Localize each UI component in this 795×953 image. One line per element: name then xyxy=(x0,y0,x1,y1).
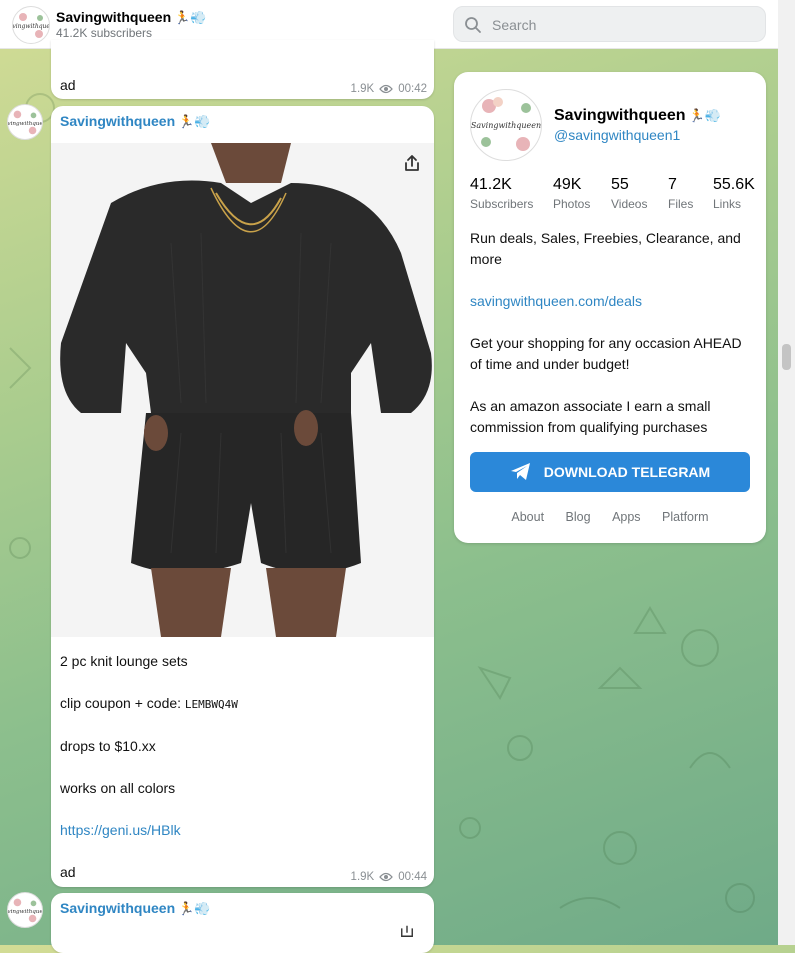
channel-avatar[interactable]: Savingwithqueen xyxy=(12,6,50,44)
view-count: 1.9K xyxy=(350,871,375,883)
deal-link[interactable]: https://geni.us/HBlk xyxy=(60,822,181,838)
coupon-code[interactable]: LEMBWQ4W xyxy=(185,698,238,711)
svg-text:Savingwithqueen: Savingwithqueen xyxy=(13,23,49,30)
coupon-line: clip coupon + code: LEMBWQ4W xyxy=(60,695,238,711)
message-tag: ad xyxy=(60,77,76,93)
product-image xyxy=(51,143,434,637)
message-author[interactable]: Savingwithqueen 🏃💨 xyxy=(60,900,211,917)
message-author[interactable]: Savingwithqueen 🏃💨 xyxy=(60,113,211,130)
stat-videos[interactable]: 55 Videos xyxy=(611,176,647,211)
stat-links[interactable]: 55.6K Links xyxy=(713,176,755,211)
download-telegram-button[interactable]: DOWNLOAD TELEGRAM xyxy=(470,452,750,492)
message-bubble: Savingwithqueen 🏃💨 2 pc knit lounge sets… xyxy=(51,106,434,887)
svg-text:Savingwithqueen: Savingwithqueen xyxy=(471,121,541,130)
telegram-icon xyxy=(510,463,530,480)
message-line: works on all colors xyxy=(60,780,176,796)
emoji-badge: 🏃💨 xyxy=(174,10,207,25)
share-icon[interactable] xyxy=(402,153,422,173)
product-photo[interactable] xyxy=(51,143,434,637)
emoji-badge: 🏃💨 xyxy=(688,108,721,123)
footer-link-about[interactable]: About xyxy=(511,510,544,524)
profile-handle[interactable]: @savingwithqueen1 xyxy=(554,127,680,143)
footer-links: About Blog Apps Platform xyxy=(454,510,766,524)
message-meta: 1.9K 00:44 xyxy=(351,871,427,883)
subscriber-count: 41.2K subscribers xyxy=(56,26,153,40)
scrollbar-thumb[interactable] xyxy=(782,344,791,370)
message-time: 00:44 xyxy=(398,871,427,883)
emoji-badge: 🏃💨 xyxy=(178,901,211,916)
description-line: Get your shopping for any occasion AHEAD… xyxy=(470,335,742,372)
download-label: DOWNLOAD TELEGRAM xyxy=(543,464,711,480)
svg-text:Savingwithqueen: Savingwithqueen xyxy=(8,909,42,915)
search-icon xyxy=(465,17,481,33)
description-line: Run deals, Sales, Freebies, Clearance, a… xyxy=(470,230,741,267)
message-body: 2 pc knit lounge sets clip coupon + code… xyxy=(60,651,238,883)
channel-info-card: Savingwithqueen Savingwithqueen 🏃💨 @savin… xyxy=(454,72,766,543)
svg-text:Savingwithqueen: Savingwithqueen xyxy=(8,121,42,127)
channel-title[interactable]: Savingwithqueen 🏃💨 xyxy=(56,9,207,26)
message-time: 00:42 xyxy=(398,83,427,95)
author-avatar[interactable]: Savingwithqueen xyxy=(7,892,43,928)
description-line: As an amazon associate I earn a small co… xyxy=(470,398,711,435)
profile-avatar[interactable]: Savingwithqueen xyxy=(470,89,542,161)
message-bubble: Savingwithqueen 🏃💨 xyxy=(51,893,434,953)
search-box[interactable] xyxy=(453,6,766,43)
eye-icon xyxy=(379,84,394,94)
profile-title: Savingwithqueen 🏃💨 xyxy=(554,107,721,124)
message-line: 2 pc knit lounge sets xyxy=(60,653,188,669)
footer-link-platform[interactable]: Platform xyxy=(662,510,709,524)
view-count: 1.9K xyxy=(350,83,375,95)
author-avatar[interactable]: Savingwithqueen xyxy=(7,104,43,140)
search-input[interactable] xyxy=(490,7,754,43)
message-tag: ad xyxy=(60,864,76,880)
page-scrollbar[interactable] xyxy=(778,0,795,945)
profile-description: Run deals, Sales, Freebies, Clearance, a… xyxy=(470,228,752,459)
stat-files[interactable]: 7 Files xyxy=(668,176,693,211)
footer-link-apps[interactable]: Apps xyxy=(612,510,641,524)
message-line: drops to $10.xx xyxy=(60,738,156,754)
profile-stats: 41.2K Subscribers 49K Photos 55 Videos 7 Fil… xyxy=(470,176,766,216)
footer-link-blog[interactable]: Blog xyxy=(566,510,591,524)
eye-icon xyxy=(379,872,394,882)
emoji-badge: 🏃💨 xyxy=(178,114,211,129)
message-meta: 1.9K 00:42 xyxy=(351,83,427,95)
share-icon[interactable] xyxy=(400,924,414,938)
website-link[interactable]: savingwithqueen.com/deals xyxy=(470,293,642,309)
message-bubble: ad 1.9K 00:42 xyxy=(51,40,434,99)
stat-subscribers[interactable]: 41.2K Subscribers xyxy=(470,176,533,211)
stat-photos[interactable]: 49K Photos xyxy=(553,176,590,211)
